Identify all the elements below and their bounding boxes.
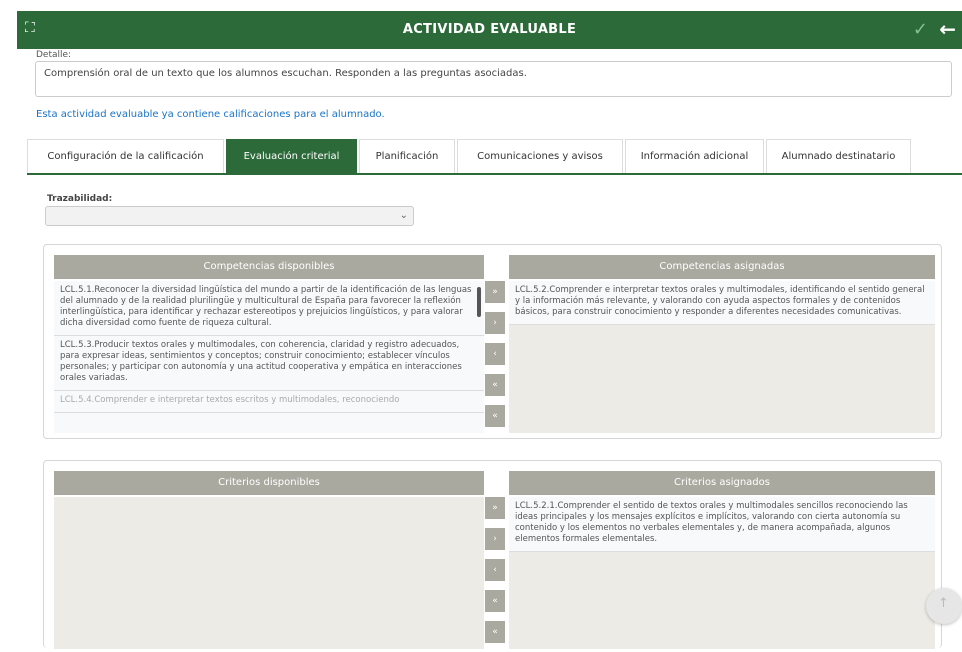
competencias-panel: Competencias disponibles Competencias as… <box>43 244 942 439</box>
list-item[interactable]: LCL.5.2.Comprender e interpretar textos … <box>509 281 935 325</box>
list-item[interactable]: LCL.5.3.Producir textos orales y multimo… <box>54 336 484 391</box>
tab-comunicaciones[interactable]: Comunicaciones y avisos <box>457 139 623 173</box>
competencias-asignadas-header: Competencias asignadas <box>509 255 935 279</box>
competencias-disponibles-header: Competencias disponibles <box>54 255 484 279</box>
list-item[interactable]: LCL.5.2.1.Comprender el sentido de texto… <box>509 497 935 552</box>
criterios-disponibles-header: Criterios disponibles <box>54 471 484 495</box>
detail-textarea[interactable]: Comprensión oral de un texto que los alu… <box>35 61 952 97</box>
back-arrow-icon[interactable]: ← <box>939 17 956 41</box>
scroll-top-button[interactable]: ↑ <box>926 588 962 624</box>
arrow-up-icon: ↑ <box>938 596 949 611</box>
move-all-left-button[interactable]: « <box>485 590 505 612</box>
move-all-right-button[interactable]: » <box>485 497 505 519</box>
chevron-down-icon: ⌄ <box>399 210 408 221</box>
move-all-left-button[interactable]: « <box>485 621 505 643</box>
trazabilidad-select[interactable]: ⌄ <box>45 206 414 226</box>
trazabilidad-label: Trazabilidad: <box>47 194 113 204</box>
detail-label: Detalle: <box>36 50 72 60</box>
scrollbar[interactable] <box>477 287 481 317</box>
list-item[interactable]: LCL.5.1.Reconocer la diversidad lingüíst… <box>54 281 484 336</box>
tab-configuracion[interactable]: Configuración de la calificación <box>27 139 224 173</box>
page-title: ACTIVIDAD EVALUABLE <box>402 22 577 37</box>
move-right-button[interactable]: › <box>485 312 505 334</box>
criterios-asignados-header: Criterios asignados <box>509 471 935 495</box>
move-right-button[interactable]: › <box>485 528 505 550</box>
competencias-asignadas-list[interactable]: LCL.5.2.Comprender e interpretar textos … <box>509 281 935 433</box>
list-item[interactable]: LCL.5.4.Comprender e interpretar textos … <box>54 391 484 413</box>
move-left-button[interactable]: ‹ <box>485 343 505 365</box>
move-left-button[interactable]: ‹ <box>485 559 505 581</box>
criterios-move-buttons: » › ‹ « « <box>485 497 505 652</box>
criterios-asignados-list[interactable]: LCL.5.2.1.Comprender el sentido de texto… <box>509 497 935 649</box>
move-all-left-button[interactable]: « <box>485 374 505 396</box>
save-check-icon[interactable]: ✓ <box>913 19 928 40</box>
grades-notice-link[interactable]: Esta actividad evaluable ya contiene cal… <box>36 109 385 120</box>
tab-bar: Configuración de la calificación Evaluac… <box>27 139 962 175</box>
tab-planificacion[interactable]: Planificación <box>359 139 455 173</box>
tab-informacion-adicional[interactable]: Información adicional <box>625 139 764 173</box>
title-bar: ⛶ ACTIVIDAD EVALUABLE ✓ ← <box>17 11 962 49</box>
tab-alumnado-destinatario[interactable]: Alumnado destinatario <box>766 139 911 173</box>
move-all-right-button[interactable]: » <box>485 281 505 303</box>
criterios-panel: Criterios disponibles Criterios asignado… <box>43 460 942 649</box>
tab-evaluacion-criterial[interactable]: Evaluación criterial <box>226 139 357 173</box>
move-all-left-button[interactable]: « <box>485 405 505 427</box>
competencias-disponibles-list[interactable]: LCL.5.1.Reconocer la diversidad lingüíst… <box>54 281 484 433</box>
competencias-move-buttons: » › ‹ « « <box>485 281 505 436</box>
criterios-disponibles-list[interactable] <box>54 497 484 649</box>
